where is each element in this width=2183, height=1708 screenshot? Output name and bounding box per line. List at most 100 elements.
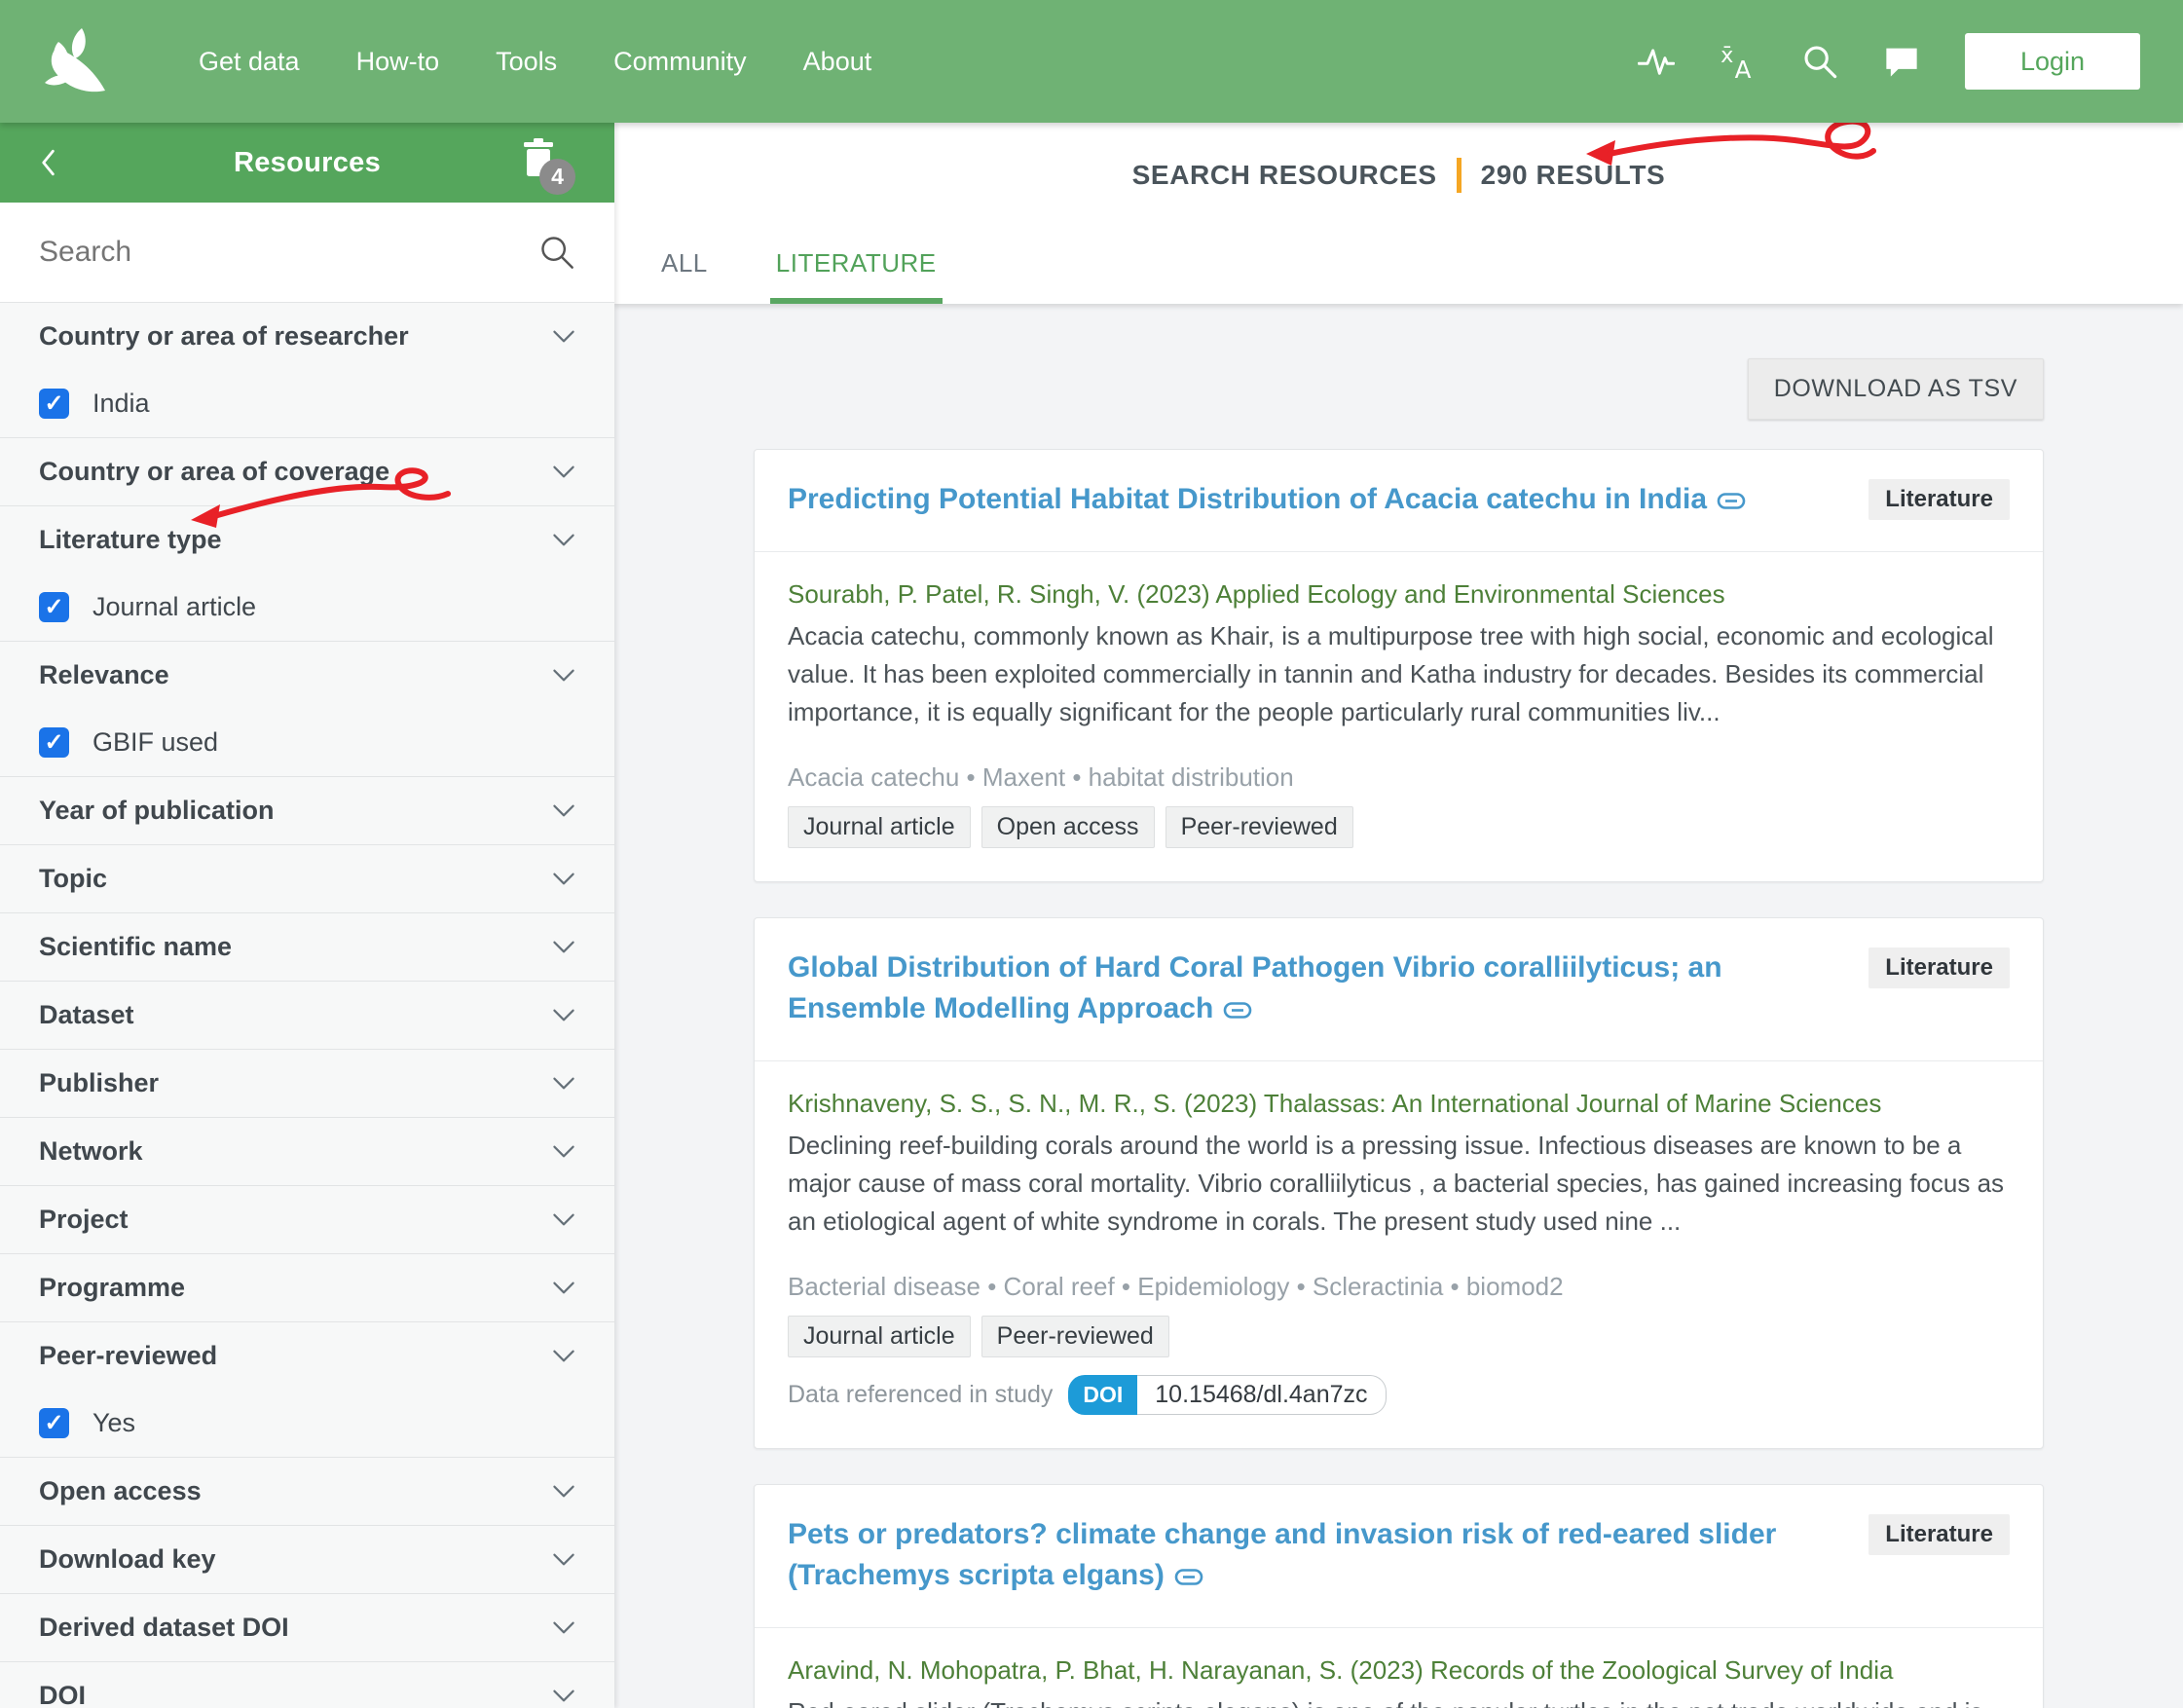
literature-type-badge: Literature — [1868, 1514, 2010, 1555]
results-count: 290 RESULTS — [1481, 160, 1666, 191]
filter-label: Topic — [39, 864, 552, 894]
header-divider — [1457, 158, 1462, 193]
doi-link[interactable]: DOI10.15468/dl.4an7zc — [1068, 1375, 1386, 1415]
filter-section-open-access: Open access — [0, 1458, 614, 1526]
nav-item-how-to[interactable]: How-to — [356, 47, 440, 77]
svg-text:x̄: x̄ — [1720, 43, 1733, 68]
filter-header[interactable]: Programme — [0, 1254, 614, 1321]
filter-section-peer-reviewed: Peer-reviewed ✓ Yes — [0, 1322, 614, 1458]
result-title-link[interactable]: Pets or predators? climate change and in… — [788, 1514, 1843, 1596]
chevron-down-icon — [552, 1144, 575, 1159]
filter-header[interactable]: Derived dataset DOI — [0, 1594, 614, 1661]
tab-all[interactable]: ALL — [655, 248, 714, 304]
result-card-header: Pets or predators? climate change and in… — [755, 1485, 2043, 1628]
filter-label: DOI — [39, 1681, 552, 1708]
link-icon — [1174, 1567, 1203, 1587]
filter-section-publisher: Publisher — [0, 1050, 614, 1118]
filter-option[interactable]: ✓ Yes — [0, 1390, 614, 1457]
chat-icon[interactable] — [1883, 43, 1920, 80]
filter-header[interactable]: Peer-reviewed — [0, 1322, 614, 1390]
checkbox-checked[interactable]: ✓ — [39, 1408, 69, 1438]
filter-label: Country or area of coverage — [39, 457, 552, 487]
chevron-down-icon — [552, 1620, 575, 1635]
result-authors: Krishnaveny, S. S., S. N., M. R., S. (20… — [788, 1089, 2010, 1119]
chip-peer-reviewed: Peer-reviewed — [1166, 806, 1353, 848]
filter-header[interactable]: Publisher — [0, 1050, 614, 1117]
chevron-down-icon — [552, 533, 575, 547]
filter-label: Derived dataset DOI — [39, 1613, 552, 1643]
filter-section-country-or-area-of-coverage: Country or area of coverage — [0, 438, 614, 506]
gbif-logo[interactable] — [43, 26, 109, 96]
filter-section-project: Project — [0, 1186, 614, 1254]
chevron-down-icon — [552, 1552, 575, 1567]
nav-item-get-data[interactable]: Get data — [199, 47, 300, 77]
sidebar-header: Resources 4 — [0, 123, 614, 203]
top-navbar: Get data How-to Tools Community About x̄ A L… — [0, 0, 2183, 123]
login-button[interactable]: Login — [1965, 33, 2140, 90]
chevron-down-icon — [552, 1076, 575, 1091]
chip-open-access: Open access — [981, 806, 1155, 848]
search-input[interactable] — [39, 236, 538, 269]
filter-option-label: GBIF used — [92, 727, 218, 758]
clear-filters-button[interactable]: 4 — [521, 138, 560, 183]
result-title-link[interactable]: Predicting Potential Habitat Distributio… — [788, 479, 1843, 520]
checkbox-checked[interactable]: ✓ — [39, 389, 69, 419]
filter-header[interactable]: Year of publication — [0, 777, 614, 844]
download-tsv-button[interactable]: DOWNLOAD AS TSV — [1748, 358, 2044, 420]
tab-literature[interactable]: LITERATURE — [770, 248, 943, 304]
results-header-band: SEARCH RESOURCES 290 RESULTS ALL LITERAT… — [614, 123, 2183, 304]
active-filter-count-badge: 4 — [539, 159, 575, 195]
filter-option-label: Journal article — [92, 592, 256, 622]
filter-header[interactable]: Relevance — [0, 642, 614, 709]
chevron-down-icon — [552, 1212, 575, 1227]
filter-label: Country or area of researcher — [39, 321, 552, 352]
nav-item-community[interactable]: Community — [613, 47, 747, 77]
filter-header[interactable]: Literature type — [0, 506, 614, 574]
filter-header[interactable]: Dataset — [0, 982, 614, 1049]
result-card-body: Aravind, N. Mohopatra, P. Bhat, H. Naray… — [755, 1628, 2043, 1708]
check-icon: ✓ — [44, 596, 63, 619]
filter-option[interactable]: ✓ Journal article — [0, 574, 614, 641]
nav-item-about[interactable]: About — [803, 47, 872, 77]
filter-section-dataset: Dataset — [0, 982, 614, 1050]
results-header: SEARCH RESOURCES 290 RESULTS — [614, 158, 2183, 193]
translate-icon[interactable]: x̄ A — [1720, 43, 1757, 80]
filter-header[interactable]: Network — [0, 1118, 614, 1185]
health-pulse-icon[interactable] — [1638, 43, 1675, 80]
search-icon[interactable] — [1801, 43, 1838, 80]
filter-option[interactable]: ✓ India — [0, 370, 614, 437]
filter-header[interactable]: Scientific name — [0, 913, 614, 981]
back-chevron-icon[interactable] — [35, 148, 60, 177]
filter-section-literature-type: Literature type ✓ Journal article — [0, 506, 614, 642]
chevron-down-icon — [552, 668, 575, 683]
search-icon[interactable] — [538, 234, 575, 271]
result-chips: Journal articleOpen accessPeer-reviewed — [788, 806, 2010, 848]
result-authors: Aravind, N. Mohopatra, P. Bhat, H. Naray… — [788, 1655, 2010, 1686]
result-abstract: Acacia catechu, commonly known as Khair,… — [788, 617, 2010, 731]
chevron-down-icon — [552, 329, 575, 344]
chevron-down-icon — [552, 1484, 575, 1499]
filters-sidebar: Resources 4 Country or — [0, 123, 614, 1708]
filter-header[interactable]: Download key — [0, 1526, 614, 1593]
chevron-down-icon — [552, 803, 575, 818]
filter-header[interactable]: Country or area of researcher — [0, 303, 614, 370]
filter-option[interactable]: ✓ GBIF used — [0, 709, 614, 776]
filter-header[interactable]: Open access — [0, 1458, 614, 1525]
filter-header[interactable]: Country or area of coverage — [0, 438, 614, 505]
link-icon — [1717, 491, 1746, 511]
chevron-down-icon — [552, 872, 575, 886]
nav-item-tools[interactable]: Tools — [496, 47, 557, 77]
filter-header[interactable]: DOI — [0, 1662, 614, 1708]
filter-label: Publisher — [39, 1068, 552, 1098]
checkbox-checked[interactable]: ✓ — [39, 592, 69, 622]
filter-label: Scientific name — [39, 932, 552, 962]
result-card-header: Predicting Potential Habitat Distributio… — [755, 450, 2043, 552]
filter-section-programme: Programme — [0, 1254, 614, 1322]
doi-value: 10.15468/dl.4an7zc — [1137, 1375, 1386, 1415]
filter-label: Programme — [39, 1273, 552, 1303]
filter-header[interactable]: Project — [0, 1186, 614, 1253]
filter-header[interactable]: Topic — [0, 845, 614, 912]
checkbox-checked[interactable]: ✓ — [39, 727, 69, 758]
result-title-link[interactable]: Global Distribution of Hard Coral Pathog… — [788, 947, 1843, 1029]
literature-type-badge: Literature — [1868, 479, 2010, 520]
